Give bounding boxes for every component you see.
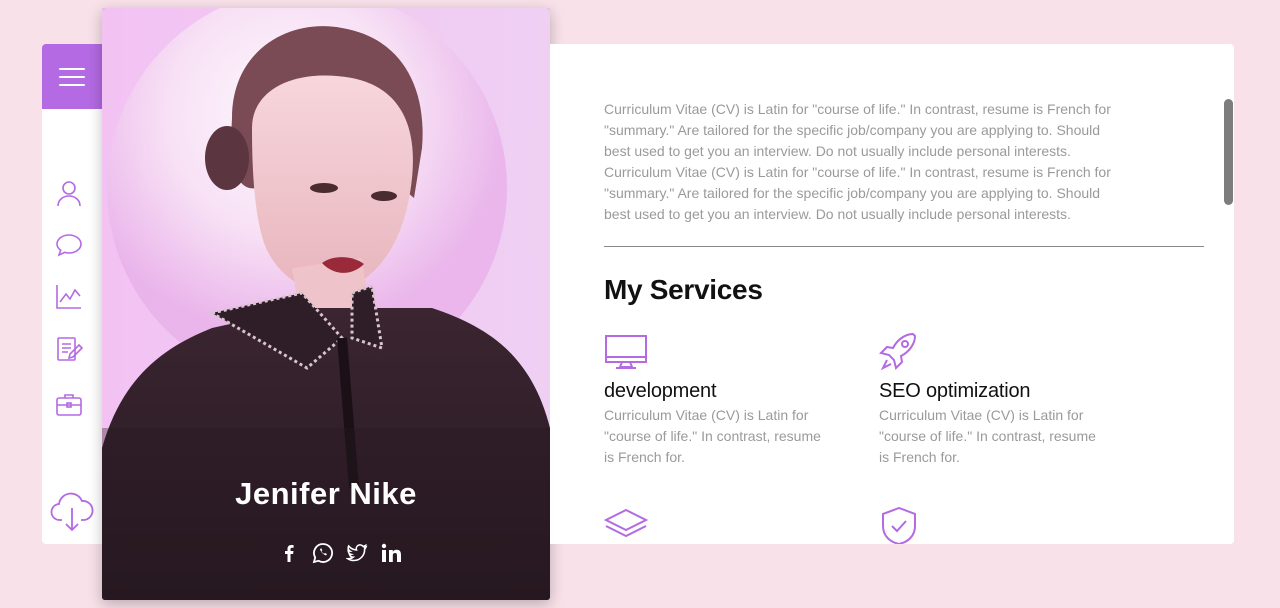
sidebar bbox=[42, 44, 102, 544]
monitor-icon bbox=[604, 332, 648, 372]
profile-card: Jenifer Nike bbox=[102, 8, 550, 600]
hamburger-menu-icon[interactable] bbox=[42, 44, 102, 109]
services-title: My Services bbox=[604, 274, 763, 305]
scrollbar-thumb[interactable] bbox=[1224, 99, 1233, 205]
service-title: SEO optimization bbox=[879, 380, 1031, 402]
service-card: development Curriculum Vitae (CV) is Lat… bbox=[604, 332, 834, 468]
cloud-download-icon[interactable] bbox=[50, 490, 94, 532]
briefcase-icon[interactable] bbox=[55, 390, 83, 418]
bio-paragraph: Curriculum Vitae (CV) is Latin for "cour… bbox=[604, 101, 1111, 159]
facebook-icon[interactable] bbox=[278, 542, 300, 564]
service-description: Curriculum Vitae (CV) is Latin for "cour… bbox=[604, 407, 821, 465]
service-card: SEO optimization Curriculum Vitae (CV) i… bbox=[879, 332, 1109, 468]
profile-name: Jenifer Nike bbox=[235, 476, 417, 511]
service-title: development bbox=[604, 380, 717, 402]
chart-icon[interactable] bbox=[55, 282, 83, 310]
layers-icon bbox=[603, 506, 649, 544]
shield-check-icon bbox=[879, 506, 923, 544]
chat-icon[interactable] bbox=[55, 231, 83, 259]
linkedin-icon[interactable] bbox=[380, 542, 402, 564]
resume-icon[interactable] bbox=[55, 335, 84, 363]
twitter-icon[interactable] bbox=[346, 542, 368, 564]
whatsapp-icon[interactable] bbox=[312, 542, 334, 564]
content-panel: Curriculum Vitae (CV) is Latin for "cour… bbox=[550, 44, 1234, 544]
bio-paragraph: Curriculum Vitae (CV) is Latin for "cour… bbox=[604, 164, 1111, 222]
bio-text: Curriculum Vitae (CV) is Latin for "cour… bbox=[604, 99, 1124, 225]
rocket-icon bbox=[879, 332, 923, 372]
service-card bbox=[879, 506, 1109, 544]
user-icon[interactable] bbox=[55, 179, 83, 207]
section-divider bbox=[604, 246, 1204, 247]
social-links bbox=[278, 542, 402, 564]
service-card bbox=[603, 506, 834, 544]
service-description: Curriculum Vitae (CV) is Latin for "cour… bbox=[879, 407, 1096, 465]
